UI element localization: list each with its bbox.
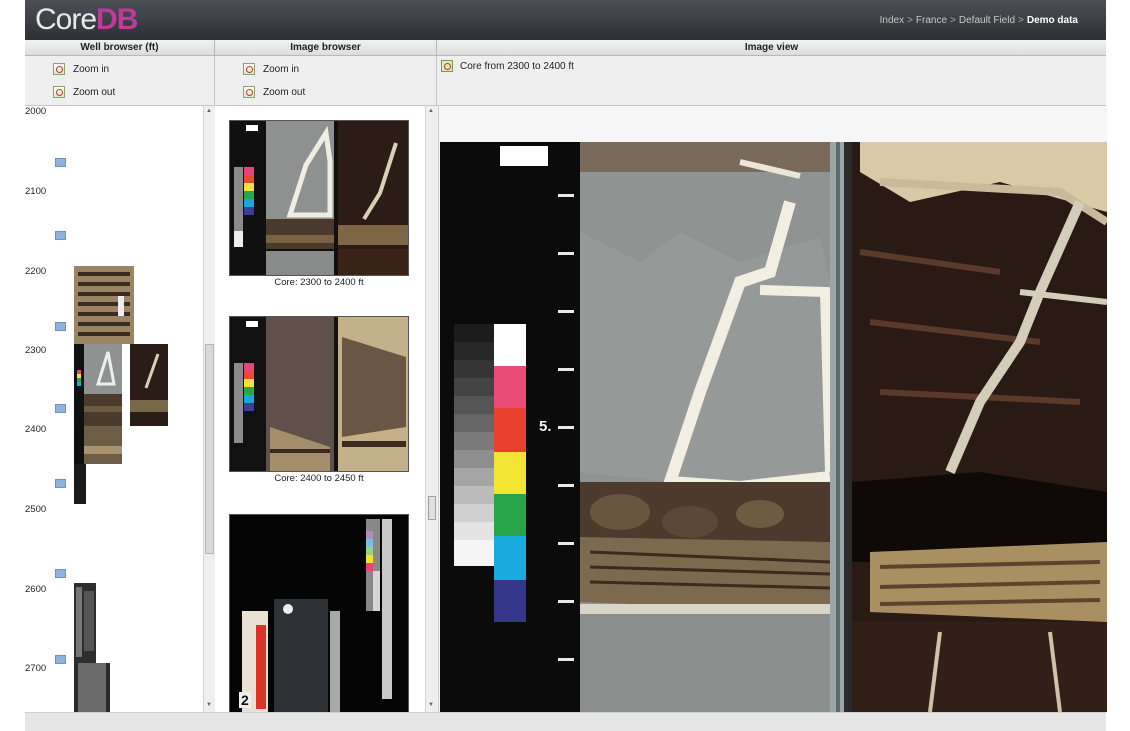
thumbnail-image <box>230 317 408 471</box>
zoom-in-label: Zoom in <box>263 63 300 75</box>
zoom-in-label: Zoom in <box>73 63 110 75</box>
scroll-up-icon[interactable]: ▲ <box>428 108 434 114</box>
image-browser-panel[interactable]: Core: 2300 to 2400 ft Core: 2400 to 2450… <box>215 106 425 712</box>
scroll-up-icon[interactable]: ▲ <box>206 108 212 114</box>
image-thumbnail-3[interactable] <box>229 514 409 712</box>
depth-label: 2700 <box>25 663 47 674</box>
thumbnail-caption: Core: 2400 to 2450 ft <box>274 473 364 484</box>
core-thumbnail-2450[interactable] <box>74 464 86 504</box>
core-thumbnail-2300[interactable] <box>74 344 122 426</box>
scale-label: 5. <box>539 418 552 435</box>
core-thumbnail-2300-b[interactable] <box>130 344 168 426</box>
core-thumbnail-2600[interactable] <box>74 583 96 665</box>
core-thumbnail-image <box>74 266 134 344</box>
zoom-in-icon <box>53 63 65 75</box>
depth-marker-icon[interactable] <box>55 655 66 664</box>
depth-marker-icon[interactable] <box>55 231 66 240</box>
well-scrollbar[interactable]: ▲ ▼ <box>203 106 215 712</box>
image-view-panel[interactable]: 5. <box>438 106 1107 712</box>
panel-splitter-handle[interactable] <box>428 496 436 520</box>
depth-marker-icon[interactable] <box>55 322 66 331</box>
breadcrumb-separator: > <box>950 15 956 26</box>
image-thumbnail-1[interactable] <box>229 120 409 276</box>
well-toolbar: Zoom in Zoom out <box>25 56 215 106</box>
image-view-header: Image view <box>437 40 1106 56</box>
thumbnail-caption: Core: 2300 to 2400 ft <box>274 277 364 288</box>
core-thumbnail-image <box>130 344 168 426</box>
app-logo: CoreDB <box>35 3 138 37</box>
well-zoom-out-button[interactable]: Zoom out <box>53 86 115 98</box>
depth-marker-icon[interactable] <box>55 479 66 488</box>
scroll-down-icon[interactable]: ▼ <box>206 702 212 708</box>
breadcrumb-item-default-field[interactable]: Default Field <box>959 15 1015 26</box>
core-thumbnail-image <box>78 663 106 712</box>
image-scrollbar[interactable]: ▲ ▼ <box>425 106 437 712</box>
view-toolbar: Core from 2300 to 2400 ft <box>437 56 1106 106</box>
core-thumbnail-2200[interactable] <box>74 266 134 344</box>
depth-label: 2000 <box>25 106 47 117</box>
breadcrumb-item-index[interactable]: Index <box>880 15 904 26</box>
image-browser-header: Image browser <box>215 40 437 56</box>
depth-marker-icon[interactable] <box>55 404 66 413</box>
core-thumbnail-image <box>74 344 122 426</box>
zoom-out-icon <box>243 86 255 98</box>
core-thumbnail-image <box>74 426 122 464</box>
zoom-out-label: Zoom out <box>263 86 306 98</box>
current-image-label: Core from 2300 to 2400 ft <box>441 60 574 72</box>
scroll-down-icon[interactable]: ▼ <box>428 702 434 708</box>
depth-marker-icon[interactable] <box>55 158 66 167</box>
thumbnail-image <box>230 121 408 275</box>
app-window: CoreDB Index > France > Default Field > Demo d… <box>25 0 1107 731</box>
well-browser-panel[interactable]: 2000 2100 2200 2300 2400 2500 2600 2700 <box>25 106 203 712</box>
thumbnail-image <box>230 515 408 712</box>
image-thumbnail-2[interactable] <box>229 316 409 472</box>
image-icon <box>441 60 453 72</box>
ruler-label: 2 <box>239 692 251 708</box>
depth-label: 2600 <box>25 584 47 595</box>
well-zoom-in-button[interactable]: Zoom in <box>53 63 109 75</box>
image-zoom-out-button[interactable]: Zoom out <box>243 86 305 98</box>
status-bar <box>25 712 1106 731</box>
core-thumbnail-image <box>76 587 94 657</box>
logo-db-text: DB <box>96 3 138 36</box>
core-thumbnail-2400[interactable] <box>74 426 122 464</box>
logo-core-text: Core <box>35 3 97 36</box>
breadcrumb-separator: > <box>907 15 913 26</box>
well-browser-header: Well browser (ft) <box>25 40 215 56</box>
top-bar: CoreDB Index > France > Default Field > Demo d… <box>25 0 1106 40</box>
well-scroll-thumb[interactable] <box>205 344 214 554</box>
zoom-out-icon <box>53 86 65 98</box>
breadcrumb: Index > France > Default Field > Demo data <box>880 15 1078 26</box>
core-thumbnail-2700[interactable] <box>74 663 110 712</box>
depth-label: 2500 <box>25 504 47 515</box>
zoom-out-label: Zoom out <box>73 86 116 98</box>
zoom-in-icon <box>243 63 255 75</box>
depth-label: 2300 <box>25 345 47 356</box>
core-image-view[interactable]: 5. <box>440 142 1107 712</box>
image-zoom-in-button[interactable]: Zoom in <box>243 63 299 75</box>
depth-label: 2100 <box>25 186 47 197</box>
depth-marker-icon[interactable] <box>55 569 66 578</box>
breadcrumb-item-demo-data: Demo data <box>1026 15 1078 26</box>
current-image-text: Core from 2300 to 2400 ft <box>460 60 574 72</box>
image-toolbar: Zoom in Zoom out <box>215 56 437 106</box>
breadcrumb-item-france[interactable]: France <box>916 15 947 26</box>
depth-label: 2200 <box>25 266 47 277</box>
depth-label: 2400 <box>25 424 47 435</box>
breadcrumb-separator: > <box>1018 15 1024 26</box>
